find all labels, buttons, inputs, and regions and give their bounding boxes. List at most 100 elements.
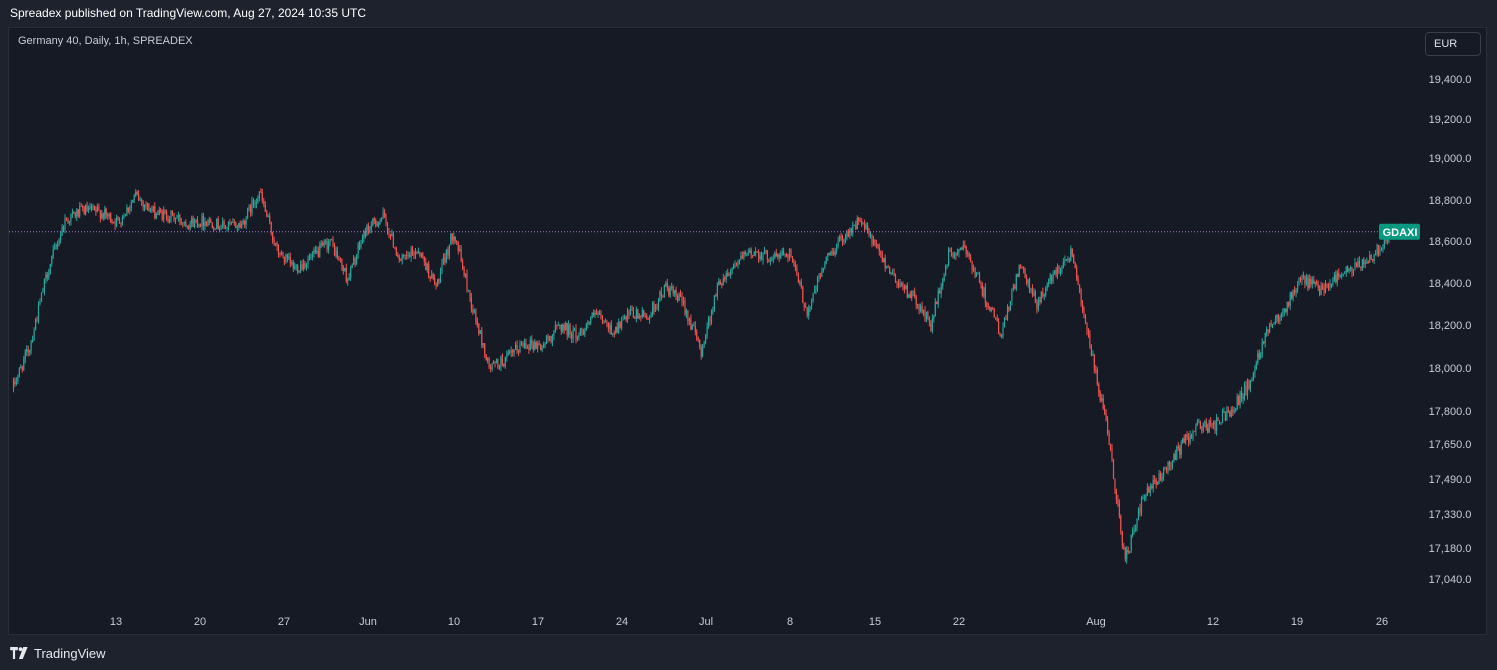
candle-body <box>385 215 387 224</box>
candle-body <box>924 310 926 320</box>
candle-body <box>575 328 577 339</box>
candle-body <box>1230 409 1232 417</box>
candle-body <box>266 211 268 217</box>
candle-body <box>179 215 181 222</box>
candle-body <box>1350 267 1352 269</box>
candle-body <box>578 335 580 337</box>
candle-body <box>372 218 374 226</box>
candle-body <box>86 205 88 211</box>
candle-body <box>120 223 122 225</box>
candle-body <box>1202 423 1204 431</box>
candle-body <box>1135 528 1137 530</box>
candle-body <box>930 322 932 331</box>
candle-body <box>407 254 409 256</box>
candle-body <box>1317 284 1319 288</box>
candle-body <box>1292 290 1294 299</box>
candle-body <box>1130 535 1132 551</box>
candle-body <box>591 312 593 318</box>
candle-body <box>755 251 757 253</box>
candle-body <box>1271 323 1274 325</box>
candle-body <box>525 343 527 348</box>
candle-body <box>1062 261 1064 267</box>
candle-body <box>319 245 321 257</box>
candle-body <box>1373 254 1375 261</box>
candle-body <box>448 244 450 256</box>
candle-body <box>1190 435 1193 439</box>
candle-body <box>768 259 770 262</box>
candle-body <box>534 342 536 350</box>
candle-body <box>90 206 93 210</box>
candle-body <box>696 331 698 337</box>
candle-body <box>1136 519 1138 529</box>
candle-body <box>199 223 202 227</box>
candle-body <box>613 333 615 335</box>
candle-body <box>313 250 315 255</box>
candle-body <box>816 277 819 290</box>
candle-body <box>149 209 151 212</box>
candle-body <box>1121 532 1123 546</box>
candle-body <box>522 343 524 347</box>
candle-body <box>783 251 785 256</box>
candle-body <box>993 308 995 318</box>
candle-body <box>576 337 579 339</box>
candle-body <box>984 287 986 303</box>
candle-body <box>33 329 35 340</box>
candle-body <box>88 208 90 211</box>
candle-body <box>316 250 318 253</box>
candle-body <box>329 240 331 243</box>
candle-body <box>264 204 266 212</box>
candle-body <box>1241 391 1243 400</box>
candle-body <box>49 264 51 274</box>
candle-body <box>76 209 78 217</box>
candle-body <box>432 274 434 279</box>
candle-body <box>336 251 338 258</box>
candle-body <box>48 273 50 278</box>
candle-body <box>760 256 763 261</box>
candle-body <box>563 324 565 330</box>
candle-body <box>705 335 707 344</box>
candle-body <box>727 273 729 276</box>
candle-body <box>104 208 106 219</box>
candle-body <box>1286 302 1288 312</box>
candle-body <box>682 300 685 303</box>
chart-svg[interactable]: 19,400.0 19,200.0 19,000.0 18,800.0 18,600.0… <box>0 0 1497 670</box>
candle-body <box>52 249 54 257</box>
candle-body <box>406 255 408 256</box>
candle-body <box>529 339 531 350</box>
candle-body <box>251 200 253 213</box>
candle-body <box>1005 318 1007 320</box>
candle-body <box>1129 551 1131 553</box>
candle-body <box>939 290 941 294</box>
candle-body <box>161 211 163 220</box>
candle-body <box>1142 498 1144 499</box>
candle-body <box>64 218 66 230</box>
x-axis-tick-label: 10 <box>448 616 460 628</box>
candle-body <box>1333 274 1335 281</box>
currency-button[interactable]: EUR <box>1425 32 1481 56</box>
candle-body <box>628 311 630 315</box>
candle-body <box>999 333 1001 337</box>
candle-body <box>305 264 308 267</box>
candle-body <box>1124 548 1126 560</box>
candle-body <box>110 213 112 222</box>
candle-body <box>641 310 643 317</box>
candle-body <box>301 264 303 269</box>
footer-brand[interactable]: TradingView <box>10 644 106 662</box>
candle-body <box>1149 486 1151 493</box>
candle-body <box>61 227 63 235</box>
candle-body <box>894 276 897 282</box>
candle-body <box>1217 417 1219 421</box>
candle-body <box>1108 433 1110 445</box>
candle-body <box>14 380 16 384</box>
candle-body <box>794 263 796 268</box>
candle-body <box>135 191 137 196</box>
candle-body <box>1137 508 1140 519</box>
candle-body <box>163 210 165 220</box>
y-axis-tick-label: 19,400.0 <box>1429 74 1472 86</box>
candle-body <box>703 343 705 348</box>
candle-body <box>718 281 720 286</box>
candle-body <box>492 361 495 364</box>
candle-body <box>469 290 471 298</box>
candle-body <box>928 318 930 323</box>
candle-body <box>180 221 182 223</box>
